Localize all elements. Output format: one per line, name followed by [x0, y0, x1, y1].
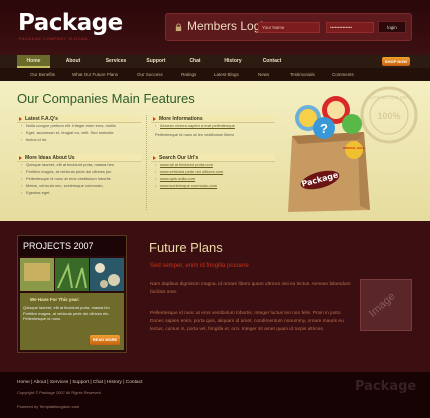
list-item[interactable]: Egestas eget. [21, 190, 141, 197]
shop-now-button[interactable]: SHOP NOW [382, 57, 410, 66]
faq-heading: Latest F.A.Q's [17, 115, 141, 123]
info-text: Pellentesque id nunc at leo vestibulum l… [155, 131, 235, 137]
info-box: More Informations Aenean viverra sapien … [151, 115, 275, 139]
faq-box: Latest F.A.Q's Nulla congue pretium elit… [17, 115, 141, 144]
projects-text: Quisque laoreet, elit at tincidunt porta… [23, 305, 110, 321]
url-link[interactable]: www.quis nulla.com [155, 176, 275, 183]
list-item[interactable]: Metus, vehicula nec, scelerisque commodo… [21, 183, 141, 190]
nav-item-contact[interactable]: Contact [255, 55, 289, 68]
subnav-item[interactable]: News [258, 68, 269, 81]
shopping-bag-illustration: ? SPECIAL SALE Package [288, 96, 370, 212]
subnav-item[interactable]: Ratings [181, 68, 196, 81]
footer-copyright: Copyright © Package 2007 All Rights Rese… [17, 390, 101, 395]
info-link[interactable]: Aenean viverra sapien a erat pellentesqu… [155, 123, 275, 130]
footer: Home | About | Services | Support | Chat… [0, 372, 430, 418]
main-nav: Home About Services Support Chat History… [0, 55, 430, 68]
nav-item-chat[interactable]: Chat [179, 55, 211, 68]
username-input[interactable]: Your Name [258, 22, 320, 33]
future-plans-subtitle: Sed semper, enim id fringilla posuere [150, 263, 249, 269]
subnav-item[interactable]: What Our Future Plans [72, 68, 118, 81]
urls-heading: Search Our Url's [151, 154, 275, 162]
future-plans-paragraph: Pellentesque id nunc at eros vestibulum … [150, 311, 344, 333]
projects-body: We Have For This year: Quisque laoreet, … [20, 293, 124, 350]
footer-powered-by[interactable]: Powered by Templatekingdom.com [17, 404, 79, 409]
list-item[interactable]: Porttitor magna, at vehicula pede dui ul… [21, 169, 141, 176]
password-input[interactable]: •••••••••••••• [326, 22, 374, 33]
nav-item-history[interactable]: History [215, 55, 251, 68]
projects-title: PROJECTS 2007 [23, 241, 94, 251]
image-label: Image [366, 290, 398, 320]
page: Package PACKAGE COMPANY SLOGAN Members L… [0, 0, 430, 418]
login-panel: Members Login: Your Name •••••••••••••• … [165, 13, 412, 41]
ideas-box: More Ideas About Us Quisque laoreet, eli… [17, 154, 141, 197]
subnav-item[interactable]: Comments [332, 68, 354, 81]
future-plans-title: Future Plans [149, 240, 223, 255]
svg-text:100%: 100% [377, 111, 400, 121]
urls-box: Search Our Url's www.all at tincidunt po… [151, 154, 275, 190]
image-placeholder: Image [360, 279, 412, 331]
sub-nav: Our Benefits What Our Future Plans Our S… [0, 68, 430, 81]
nav-item-about[interactable]: About [55, 55, 91, 68]
divider [146, 115, 147, 210]
nav-item-support[interactable]: Support [138, 55, 174, 68]
read-more-button[interactable]: READ MORE [90, 335, 120, 345]
footer-logo: Package [355, 379, 417, 394]
project-thumbnails [20, 258, 124, 291]
projects-subtitle: We Have For This year: [30, 297, 80, 302]
lock-icon [175, 23, 182, 32]
nav-item-home[interactable]: Home [17, 55, 50, 68]
list-item[interactable]: Eget, accumsan et, feugiat eu, velit. Se… [21, 130, 141, 137]
footer-links[interactable]: Home | About | Services | Support | Chat… [17, 380, 142, 385]
future-plans-paragraph: Nam dapibus dignissim magna, id ornare l… [150, 282, 351, 296]
subnav-item[interactable]: Testimonials [290, 68, 315, 81]
projects-header: PROJECTS 2007 [18, 236, 126, 256]
header: Package PACKAGE COMPANY SLOGAN Members L… [0, 0, 430, 55]
list-item[interactable]: Quisque laoreet, elit at tincidunt porta… [21, 162, 141, 169]
login-button[interactable]: login [378, 21, 406, 33]
projects-box: PROJECTS 2007 We Have For This year: Qui… [17, 235, 127, 353]
ideas-heading: More Ideas About Us [17, 154, 141, 162]
subnav-item[interactable]: Latest Blogs [214, 68, 239, 81]
info-heading: More Informations [151, 115, 275, 123]
subnav-item[interactable]: Our Success [137, 68, 163, 81]
svg-text:?: ? [320, 121, 328, 136]
url-link[interactable]: www.all at tincidunt porta.com [155, 162, 275, 169]
nav-item-services[interactable]: Services [96, 55, 136, 68]
url-link[interactable]: www.vehicula pede dui ultrices.com [155, 169, 275, 176]
list-item[interactable]: Pellentesque id nunc at eros vestibulum … [21, 176, 141, 183]
list-item[interactable]: lectus id mi. [21, 137, 141, 144]
bag-badge: SPECIAL SALE [343, 146, 365, 150]
features-title: Our Companies Main Features [17, 91, 195, 106]
list-item[interactable]: Nulla congue pretium elit. Integer enim … [21, 123, 141, 130]
subnav-item[interactable]: Our Benefits [30, 68, 55, 81]
logo[interactable]: Package [18, 10, 123, 36]
tagline: PACKAGE COMPANY SLOGAN [19, 36, 88, 41]
url-link[interactable]: www.scelerisque commodo.com [155, 183, 275, 190]
